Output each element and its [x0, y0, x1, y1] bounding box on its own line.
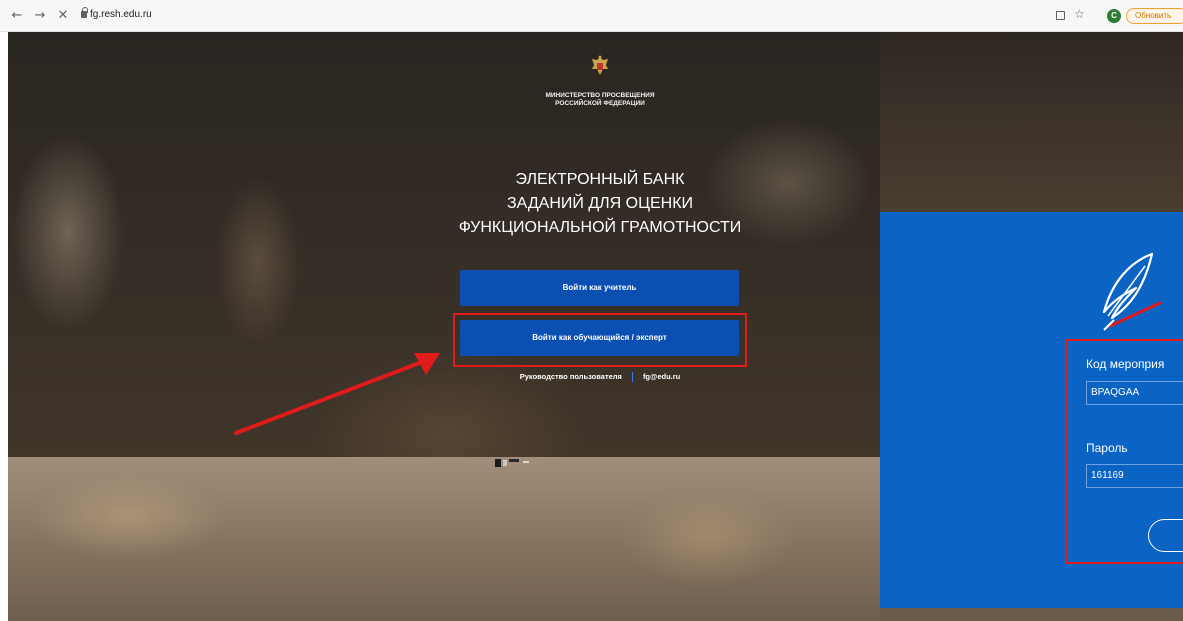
forward-arrow-icon[interactable]: →	[31, 7, 49, 25]
highlight-frame	[453, 313, 747, 367]
back-arrow-icon[interactable]: ←	[8, 7, 26, 25]
right-lower-background	[880, 608, 1183, 621]
quill-icon	[1102, 252, 1162, 331]
update-browser-button[interactable]: Обновить	[1126, 8, 1183, 24]
teacher-login-button[interactable]: Войти как учитель	[460, 270, 739, 306]
avatar[interactable]: C	[1107, 9, 1121, 23]
star-icon[interactable]: ☆	[1074, 7, 1085, 21]
ministry-emblem-icon	[592, 55, 608, 75]
link-divider	[631, 372, 633, 383]
password-label: Пароль	[1086, 441, 1128, 455]
event-code-label: Код мероприя	[1086, 357, 1165, 371]
lower-background	[8, 457, 880, 621]
share-icon[interactable]	[1056, 11, 1065, 20]
right-background	[880, 32, 1183, 212]
address-bar[interactable]: fg.resh.edu.ru	[90, 9, 152, 20]
login-panel: Код мероприя BPAQGAA Пароль 161169	[880, 212, 1183, 608]
password-input[interactable]: 161169	[1086, 464, 1183, 488]
annotation-arrow-icon	[234, 353, 440, 435]
submit-button[interactable]	[1148, 519, 1183, 552]
browser-toolbar: ← → ✕ fg.resh.edu.ru ☆ C Обновить	[0, 0, 1183, 32]
email-link[interactable]: fg@edu.ru	[643, 372, 680, 381]
render-artifact	[495, 459, 529, 467]
page-title: ЭЛЕКТРОННЫЙ БАНК ЗАДАНИЙ ДЛЯ ОЦЕНКИ ФУНК…	[458, 171, 742, 236]
user-guide-link[interactable]: Руководство пользователя	[520, 372, 622, 381]
close-icon[interactable]: ✕	[54, 7, 72, 25]
lock-icon	[81, 7, 88, 18]
ministry-name: МИНИСТЕРСТВО ПРОСВЕЩЕНИЯ РОССИЙСКОЙ ФЕДЕ…	[545, 92, 655, 107]
event-code-input[interactable]: BPAQGAA	[1086, 381, 1183, 405]
footer-links: Руководство пользователя fg@edu.ru	[480, 372, 720, 383]
